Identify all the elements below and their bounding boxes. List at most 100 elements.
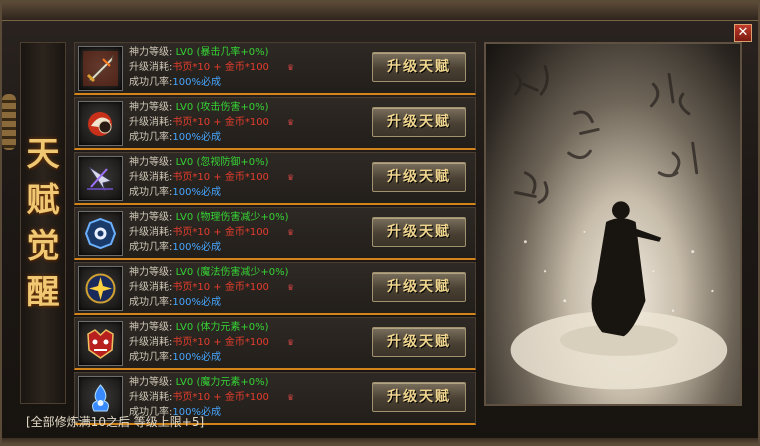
cost-value: 书页*10 + 金币*100 [172, 392, 269, 403]
rate-value: 100%必成 [172, 297, 221, 308]
talent-attribute: (魔力元素+0%) [196, 377, 269, 388]
magic-star-icon [85, 273, 116, 304]
level-label: 神力等级: [129, 377, 173, 388]
bagua-shield-icon [84, 217, 117, 250]
upgrade-talent-button[interactable]: 升级天赋 [372, 52, 466, 82]
talent-info: 神力等级: LV0 (忽视防御+0%) 升级消耗:书页*10 + 金币*100 ♛… [129, 155, 294, 200]
title-char: 醒 [26, 272, 60, 311]
rate-label: 成功几率: [129, 187, 173, 198]
level-value: LV0 [175, 157, 194, 168]
coin-icon: ♛ [286, 228, 295, 237]
talent-list: 神力等级: LV0 (暴击几率+0%) 升级消耗:书页*10 + 金币*100 ♛… [74, 42, 476, 427]
cost-label: 升级消耗: [129, 392, 173, 403]
talent-icon-slot [78, 211, 123, 256]
rate-label: 成功几率: [129, 242, 173, 253]
talent-info: 神力等级: LV0 (攻击伤害+0%) 升级消耗:书页*10 + 金币*100 ♛… [129, 100, 294, 145]
rate-value: 100%必成 [172, 187, 221, 198]
upgrade-talent-button[interactable]: 升级天赋 [372, 162, 466, 192]
level-value: LV0 [175, 377, 194, 388]
talent-icon-slot [78, 101, 123, 146]
close-button[interactable]: ✕ [734, 24, 752, 42]
rate-value: 100%必成 [172, 77, 221, 88]
mana-flame-icon [92, 384, 109, 412]
rate-label: 成功几率: [129, 297, 173, 308]
talent-row: 神力等级: LV0 (物理伤害减少+0%) 升级消耗:书页*10 + 金币*10… [74, 207, 476, 260]
talent-row: 神力等级: LV0 (魔法伤害减少+0%) 升级消耗:书页*10 + 金币*10… [74, 262, 476, 315]
sword-icon [83, 51, 118, 86]
coin-icon: ♛ [286, 338, 295, 347]
coin-icon: ♛ [286, 283, 295, 292]
level-label: 神力等级: [129, 267, 173, 278]
talent-icon-slot [78, 156, 123, 201]
window-bottom-border [2, 438, 758, 444]
cost-label: 升级消耗: [129, 337, 173, 348]
fist-strike-icon [88, 112, 112, 136]
illustration-panel [484, 42, 742, 406]
talent-awakening-window: ✕ 天 赋 觉 醒 神力等级: LV0 (暴击几率+0%) 升级消耗:书页*10… [0, 0, 760, 446]
upgrade-talent-button[interactable]: 升级天赋 [372, 107, 466, 137]
level-label: 神力等级: [129, 212, 173, 223]
level-label: 神力等级: [129, 47, 173, 58]
chain-ornament [2, 94, 16, 150]
cost-label: 升级消耗: [129, 282, 173, 293]
title-char: 赋 [26, 180, 60, 219]
window-top-border [2, 2, 758, 21]
talent-icon-slot [78, 321, 123, 366]
talent-info: 神力等级: LV0 (魔法伤害减少+0%) 升级消耗:书页*10 + 金币*10… [129, 265, 294, 310]
talent-row: 神力等级: LV0 (暴击几率+0%) 升级消耗:书页*10 + 金币*100 ♛… [74, 42, 476, 95]
coin-icon: ♛ [286, 118, 295, 127]
talent-icon-slot [78, 266, 123, 311]
talent-attribute: (体力元素+0%) [196, 322, 269, 333]
talent-info: 神力等级: LV0 (体力元素+0%) 升级消耗:书页*10 + 金币*100 ♛… [129, 320, 294, 365]
cost-label: 升级消耗: [129, 172, 173, 183]
talent-attribute: (攻击伤害+0%) [196, 102, 269, 113]
level-value: LV0 [175, 322, 194, 333]
cost-value: 书页*10 + 金币*100 [172, 227, 269, 238]
talent-row: 神力等级: LV0 (攻击伤害+0%) 升级消耗:书页*10 + 金币*100 ♛… [74, 97, 476, 150]
rate-value: 100%必成 [172, 132, 221, 143]
cost-value: 书页*10 + 金币*100 [172, 117, 269, 128]
level-label: 神力等级: [129, 322, 173, 333]
level-value: LV0 [175, 102, 194, 113]
upgrade-talent-button[interactable]: 升级天赋 [372, 382, 466, 412]
talent-attribute: (物理伤害减少+0%) [196, 212, 289, 223]
upgrade-talent-button[interactable]: 升级天赋 [372, 327, 466, 357]
coin-icon: ♛ [286, 63, 295, 72]
level-value: LV0 [175, 47, 194, 58]
talent-attribute: (魔法伤害减少+0%) [196, 267, 289, 278]
level-label: 神力等级: [129, 157, 173, 168]
title-char: 天 [26, 134, 60, 173]
beast-mask-icon [87, 329, 114, 359]
cost-label: 升级消耗: [129, 117, 173, 128]
talent-row: 神力等级: LV0 (忽视防御+0%) 升级消耗:书页*10 + 金币*100 ♛… [74, 152, 476, 205]
rate-value: 100%必成 [172, 352, 221, 363]
title-char: 觉 [26, 226, 60, 265]
rate-value: 100%必成 [172, 242, 221, 253]
side-title-banner: 天 赋 觉 醒 [20, 42, 66, 404]
scholar-illustration [510, 65, 728, 390]
level-label: 神力等级: [129, 102, 173, 113]
talent-icon-slot [78, 46, 123, 91]
footer-note: [全部修炼满10之后 等级上限+5] [26, 415, 205, 429]
cost-value: 书页*10 + 金币*100 [172, 337, 269, 348]
cost-value: 书页*10 + 金币*100 [172, 282, 269, 293]
level-value: LV0 [175, 212, 194, 223]
cost-label: 升级消耗: [129, 227, 173, 238]
talent-attribute: (暴击几率+0%) [196, 47, 269, 58]
talent-info: 神力等级: LV0 (暴击几率+0%) 升级消耗:书页*10 + 金币*100 ♛… [129, 45, 294, 90]
upgrade-talent-button[interactable]: 升级天赋 [372, 272, 466, 302]
level-value: LV0 [175, 267, 194, 278]
upgrade-talent-button[interactable]: 升级天赋 [372, 217, 466, 247]
talent-info: 神力等级: LV0 (物理伤害减少+0%) 升级消耗:书页*10 + 金币*10… [129, 210, 294, 255]
arrow-piercing-icon [87, 166, 113, 192]
rate-label: 成功几率: [129, 77, 173, 88]
coin-icon: ♛ [286, 173, 295, 182]
talent-attribute: (忽视防御+0%) [196, 157, 269, 168]
cost-label: 升级消耗: [129, 62, 173, 73]
rate-label: 成功几率: [129, 352, 173, 363]
coin-icon: ♛ [286, 393, 295, 402]
talent-row: 神力等级: LV0 (体力元素+0%) 升级消耗:书页*10 + 金币*100 ♛… [74, 317, 476, 370]
cost-value: 书页*10 + 金币*100 [172, 62, 269, 73]
cost-value: 书页*10 + 金币*100 [172, 172, 269, 183]
rate-label: 成功几率: [129, 132, 173, 143]
